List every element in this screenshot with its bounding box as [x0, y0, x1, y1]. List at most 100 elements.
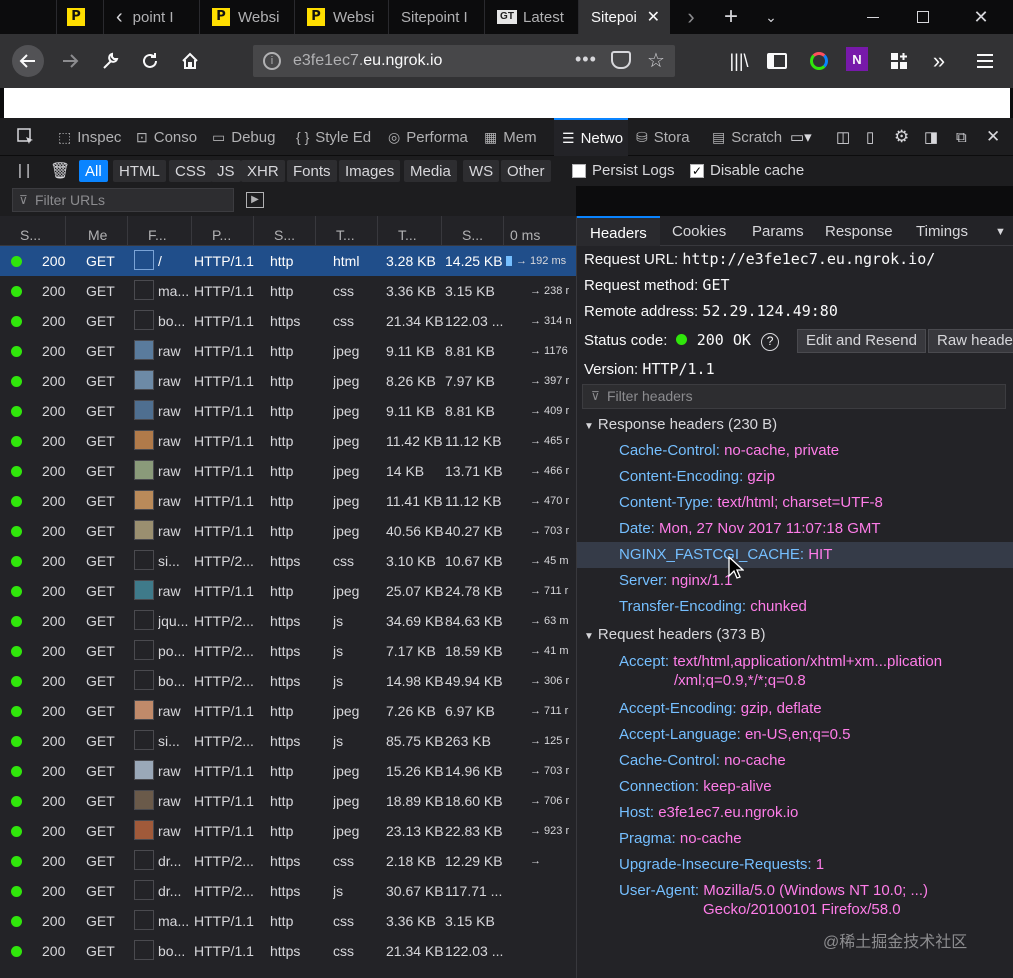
table-row[interactable]: 200 GET raw HTTP/1.1 http jpeg 9.11 KB 8.81 KB →…: [0, 396, 576, 426]
hamburger-menu-icon[interactable]: [972, 45, 998, 77]
chevron-right-icon[interactable]: ›: [676, 0, 706, 34]
browser-tab-active[interactable]: Sitepoi ✕: [578, 0, 670, 34]
table-row[interactable]: 200 GET po... HTTP/2... https js 7.17 KB 18.59 …: [0, 636, 576, 666]
request-header-row[interactable]: Cache-Control: no-cache: [619, 752, 786, 769]
close-window-icon[interactable]: ✕: [956, 0, 1006, 34]
response-headers-section[interactable]: ▼ Response headers (230 B): [584, 416, 777, 433]
filter-xhr[interactable]: XHR: [241, 160, 285, 182]
table-row[interactable]: 200 GET si... HTTP/2... https css 3.10 KB 10.67…: [0, 546, 576, 576]
chevron-left-icon[interactable]: ‹: [116, 6, 123, 29]
raw-headers-button[interactable]: Raw header: [928, 329, 1013, 353]
column-header-transferred[interactable]: T...: [378, 216, 442, 246]
table-row[interactable]: 200 GET raw HTTP/1.1 http jpeg 9.11 KB 8.81 KB →…: [0, 336, 576, 366]
info-icon[interactable]: i: [263, 52, 281, 70]
filter-headers-input[interactable]: ⊽ Filter headers: [582, 384, 1006, 409]
page-actions-icon[interactable]: •••: [575, 49, 597, 70]
library-icon[interactable]: |||\: [726, 45, 752, 77]
settings-gear-icon[interactable]: ⚙: [894, 118, 914, 156]
table-row[interactable]: 200 GET ma... HTTP/1.1 http css 3.36 KB 3.15 KB…: [0, 276, 576, 306]
dock-side-icon[interactable]: ◨: [924, 118, 944, 156]
filter-html[interactable]: HTML: [113, 160, 166, 182]
column-header-status[interactable]: S...: [0, 216, 66, 246]
browser-tab[interactable]: P Websi: [199, 0, 294, 34]
browser-tab[interactable]: P Websi: [294, 0, 388, 34]
filter-js[interactable]: JS: [211, 160, 241, 182]
extensions-grid-icon[interactable]: [886, 45, 912, 77]
filter-css[interactable]: CSS: [169, 160, 212, 182]
table-row[interactable]: 200 GET raw HTTP/1.1 http jpeg 11.41 KB 11.12 K…: [0, 486, 576, 516]
request-header-row[interactable]: Accept-Encoding: gzip, deflate: [619, 700, 822, 717]
pause-icon[interactable]: | |: [18, 162, 30, 179]
request-header-row[interactable]: Accept: text/html,application/xhtml+xm..…: [619, 653, 942, 689]
more-tools-icon[interactable]: ▭▾: [790, 118, 830, 156]
devtools-tab-network[interactable]: ☰ Netwo: [554, 118, 628, 156]
request-header-row[interactable]: User-Agent: Mozilla/5.0 (Windows NT 10.0…: [619, 882, 928, 918]
response-header-row[interactable]: Content-Type: text/html; charset=UTF-8: [619, 494, 883, 511]
filter-media[interactable]: Media: [404, 160, 457, 182]
table-row[interactable]: 200 GET dr... HTTP/2... https js 30.67 KB 117.7…: [0, 876, 576, 906]
maximize-icon[interactable]: [900, 0, 946, 34]
trash-icon[interactable]: 🗑: [50, 161, 70, 181]
column-header-type[interactable]: T...: [316, 216, 378, 246]
response-header-row[interactable]: Transfer-Encoding: chunked: [619, 598, 807, 615]
filter-images[interactable]: Images: [339, 160, 401, 182]
column-header-size[interactable]: S...: [442, 216, 504, 246]
request-header-row[interactable]: Pragma: no-cache: [619, 830, 742, 847]
back-icon[interactable]: [12, 45, 44, 77]
help-icon[interactable]: ?: [761, 333, 780, 351]
filter-all[interactable]: All: [79, 160, 108, 182]
devtools-tab-memory[interactable]: ▦ Mem: [484, 118, 548, 156]
table-row[interactable]: 200 GET jqu... HTTP/2... https js 34.69 KB 84.6…: [0, 606, 576, 636]
url-text[interactable]: e3fe1ec7.eu.ngrok.io: [293, 52, 442, 70]
filter-fonts[interactable]: Fonts: [287, 160, 337, 182]
browser-tab[interactable]: ‹ point I: [103, 0, 199, 34]
overflow-menu-icon[interactable]: »: [926, 45, 952, 77]
reload-icon[interactable]: [136, 45, 164, 77]
column-header-protocol[interactable]: P...: [192, 216, 254, 246]
devtools-tab-storage[interactable]: ⛁ Stora: [636, 118, 702, 156]
forward-icon[interactable]: [56, 45, 84, 77]
separate-window-icon[interactable]: ⧉: [956, 118, 976, 156]
tab-timings[interactable]: Timings: [916, 216, 968, 246]
extension-color-icon[interactable]: [806, 45, 832, 77]
tab-cookies[interactable]: Cookies: [672, 216, 726, 246]
wrench-icon[interactable]: [96, 45, 124, 77]
table-row[interactable]: 200 GET raw HTTP/1.1 http jpeg 18.89 KB 18.60 K…: [0, 786, 576, 816]
table-row[interactable]: 200 GET bo... HTTP/2... https js 14.98 KB 49.94…: [0, 666, 576, 696]
filter-urls-input[interactable]: ⊽ Filter URLs: [12, 188, 234, 212]
devtools-tab-style-editor[interactable]: { } Style Ed: [296, 118, 376, 156]
persist-logs-checkbox[interactable]: [572, 164, 586, 179]
table-row[interactable]: 200 GET raw HTTP/1.1 http jpeg 23.13 KB 22.83 K…: [0, 816, 576, 846]
table-row[interactable]: 200 GET / HTTP/1.1 http html 3.28 KB 14.25 KB → …: [0, 246, 576, 276]
close-devtools-icon[interactable]: ✕: [986, 118, 1006, 156]
table-row[interactable]: 200 GET bo... HTTP/1.1 https css 21.34 KB 122.0…: [0, 936, 576, 966]
browser-tab[interactable]: P: [56, 0, 103, 34]
table-row[interactable]: 200 GET si... HTTP/2... https js 85.75 KB 263 K…: [0, 726, 576, 756]
element-picker-icon[interactable]: [14, 118, 38, 156]
column-header-file[interactable]: F...: [128, 216, 192, 246]
persist-logs-toggle[interactable]: Persist Logs: [572, 162, 675, 179]
sidebar-icon[interactable]: [764, 45, 790, 77]
responsive-design-icon[interactable]: ▯: [866, 118, 882, 156]
table-row[interactable]: 200 GET raw HTTP/1.1 http jpeg 8.26 KB 7.97 KB →…: [0, 366, 576, 396]
edit-and-resend-button[interactable]: Edit and Resend: [797, 329, 926, 353]
column-header-scheme[interactable]: S...: [254, 216, 316, 246]
devtools-tab-debugger[interactable]: ▭ Debug: [212, 118, 284, 156]
response-header-row[interactable]: Content-Encoding: gzip: [619, 468, 775, 485]
tab-overflow-icon[interactable]: ▼: [995, 216, 1006, 246]
home-icon[interactable]: [176, 45, 204, 77]
response-header-row[interactable]: Cache-Control: no-cache, private: [619, 442, 839, 459]
new-tab-icon[interactable]: +: [716, 0, 746, 34]
table-row[interactable]: 200 GET raw HTTP/1.1 http jpeg 11.42 KB 11.12 K…: [0, 426, 576, 456]
frame-select-icon[interactable]: ◫: [836, 118, 856, 156]
request-header-row[interactable]: Accept-Language: en-US,en;q=0.5: [619, 726, 850, 743]
browser-tab[interactable]: GT Latest: [484, 0, 578, 34]
table-row[interactable]: 200 GET ma... HTTP/1.1 http css 3.36 KB 3.15 KB: [0, 906, 576, 936]
devtools-tab-performance[interactable]: ◎ Performa: [388, 118, 472, 156]
disable-cache-checkbox[interactable]: ✓: [690, 164, 704, 179]
bookmark-star-icon[interactable]: ☆: [647, 48, 665, 73]
onenote-icon[interactable]: N: [846, 47, 868, 71]
tab-response[interactable]: Response: [825, 216, 893, 246]
tab-headers[interactable]: Headers: [577, 216, 660, 246]
devtools-tab-inspector[interactable]: ⬚ Inspec: [58, 118, 124, 156]
